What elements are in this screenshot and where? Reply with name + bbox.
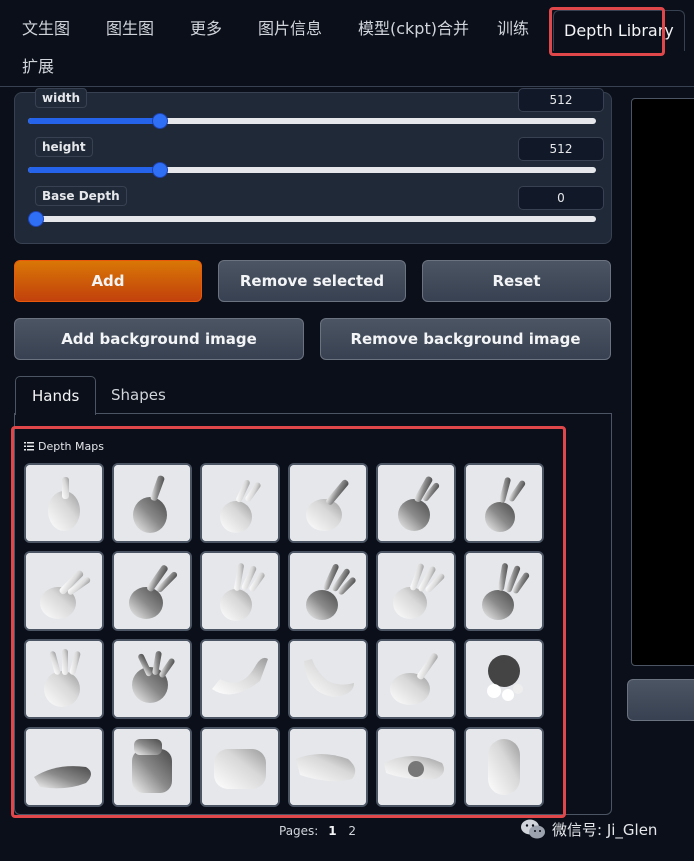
depth-map-thumbnail[interactable] bbox=[200, 727, 280, 807]
base-depth-number-input[interactable]: 0 bbox=[518, 186, 604, 210]
canvas-preview[interactable] bbox=[631, 98, 694, 666]
list-icon bbox=[24, 442, 34, 451]
width-slider[interactable] bbox=[28, 113, 596, 129]
tab-depth-library[interactable]: Depth Library bbox=[553, 10, 685, 51]
height-slider[interactable] bbox=[28, 162, 596, 178]
depth-map-thumbnail[interactable] bbox=[24, 727, 104, 807]
depth-map-thumbnail[interactable] bbox=[376, 639, 456, 719]
tab-shapes[interactable]: Shapes bbox=[111, 376, 166, 414]
width-label: width bbox=[35, 88, 88, 108]
wechat-watermark: 微信号: Ji_Glen bbox=[520, 818, 657, 840]
top-tab-bar: 文生图 图生图 更多 图片信息 模型(ckpt)合并 训练 Depth Libr… bbox=[0, 0, 694, 86]
depth-map-thumbnail[interactable] bbox=[112, 727, 192, 807]
tab-divider bbox=[0, 86, 694, 87]
page-1-link[interactable]: 1 bbox=[328, 824, 336, 838]
depth-map-thumbnail[interactable] bbox=[376, 727, 456, 807]
depth-map-thumbnail[interactable] bbox=[24, 551, 104, 631]
depth-map-thumbnail[interactable] bbox=[112, 551, 192, 631]
depth-map-thumbnail[interactable] bbox=[288, 551, 368, 631]
wechat-icon bbox=[521, 819, 545, 839]
height-slider-fill bbox=[28, 167, 159, 173]
add-background-image-button[interactable]: Add background image bbox=[14, 318, 304, 360]
depth-map-thumbnail[interactable] bbox=[200, 639, 280, 719]
depth-map-thumbnail[interactable] bbox=[24, 463, 104, 543]
width-slider-thumb[interactable] bbox=[152, 113, 168, 129]
width-slider-fill bbox=[28, 118, 159, 124]
remove-background-image-button[interactable]: Remove background image bbox=[320, 318, 611, 360]
tab-png-info[interactable]: 图片信息 bbox=[258, 14, 322, 44]
height-label: height bbox=[35, 137, 93, 157]
height-slider-thumb[interactable] bbox=[152, 162, 168, 178]
gallery-label: Depth Maps bbox=[24, 440, 104, 453]
reset-button[interactable]: Reset bbox=[422, 260, 611, 302]
depth-map-thumbnail[interactable] bbox=[464, 551, 544, 631]
base-depth-slider-thumb[interactable] bbox=[28, 211, 44, 227]
tab-hands[interactable]: Hands bbox=[15, 376, 97, 415]
depth-map-thumbnail[interactable] bbox=[200, 551, 280, 631]
tab-checkpoint-merger[interactable]: 模型(ckpt)合并 bbox=[358, 14, 469, 44]
tab-extras[interactable]: 更多 bbox=[190, 14, 222, 44]
tab-img2img[interactable]: 图生图 bbox=[106, 14, 154, 44]
depth-map-thumbnail[interactable] bbox=[288, 639, 368, 719]
depth-map-thumbnail[interactable] bbox=[112, 463, 192, 543]
depth-map-thumbnail[interactable] bbox=[112, 639, 192, 719]
width-number-input[interactable]: 512 bbox=[518, 88, 604, 112]
depth-map-thumbnail[interactable] bbox=[376, 551, 456, 631]
height-number-input[interactable]: 512 bbox=[518, 137, 604, 161]
gallery-label-text: Depth Maps bbox=[38, 440, 104, 453]
depth-map-thumbnail[interactable] bbox=[464, 463, 544, 543]
tab-extensions[interactable]: 扩展 bbox=[22, 52, 54, 82]
depth-map-thumbnail[interactable] bbox=[200, 463, 280, 543]
depth-map-thumbnail[interactable] bbox=[464, 639, 544, 719]
base-depth-slider[interactable] bbox=[28, 211, 596, 227]
depth-map-thumbnail[interactable] bbox=[24, 639, 104, 719]
add-button[interactable]: Add bbox=[14, 260, 202, 302]
tab-txt2img[interactable]: 文生图 bbox=[22, 14, 70, 44]
pages-label: Pages: bbox=[279, 824, 319, 838]
base-depth-label: Base Depth bbox=[35, 186, 127, 206]
preview-action-button[interactable] bbox=[627, 679, 694, 721]
depth-map-thumbnail[interactable] bbox=[288, 463, 368, 543]
depth-map-thumbnail[interactable] bbox=[376, 463, 456, 543]
page-2-link[interactable]: 2 bbox=[348, 824, 356, 838]
tab-train[interactable]: 训练 bbox=[497, 14, 529, 44]
pagination: Pages: 1 2 bbox=[279, 824, 356, 838]
watermark-text: 微信号: Ji_Glen bbox=[552, 820, 658, 839]
remove-selected-button[interactable]: Remove selected bbox=[218, 260, 406, 302]
depth-map-thumbnail[interactable] bbox=[464, 727, 544, 807]
depth-map-thumbnail[interactable] bbox=[288, 727, 368, 807]
